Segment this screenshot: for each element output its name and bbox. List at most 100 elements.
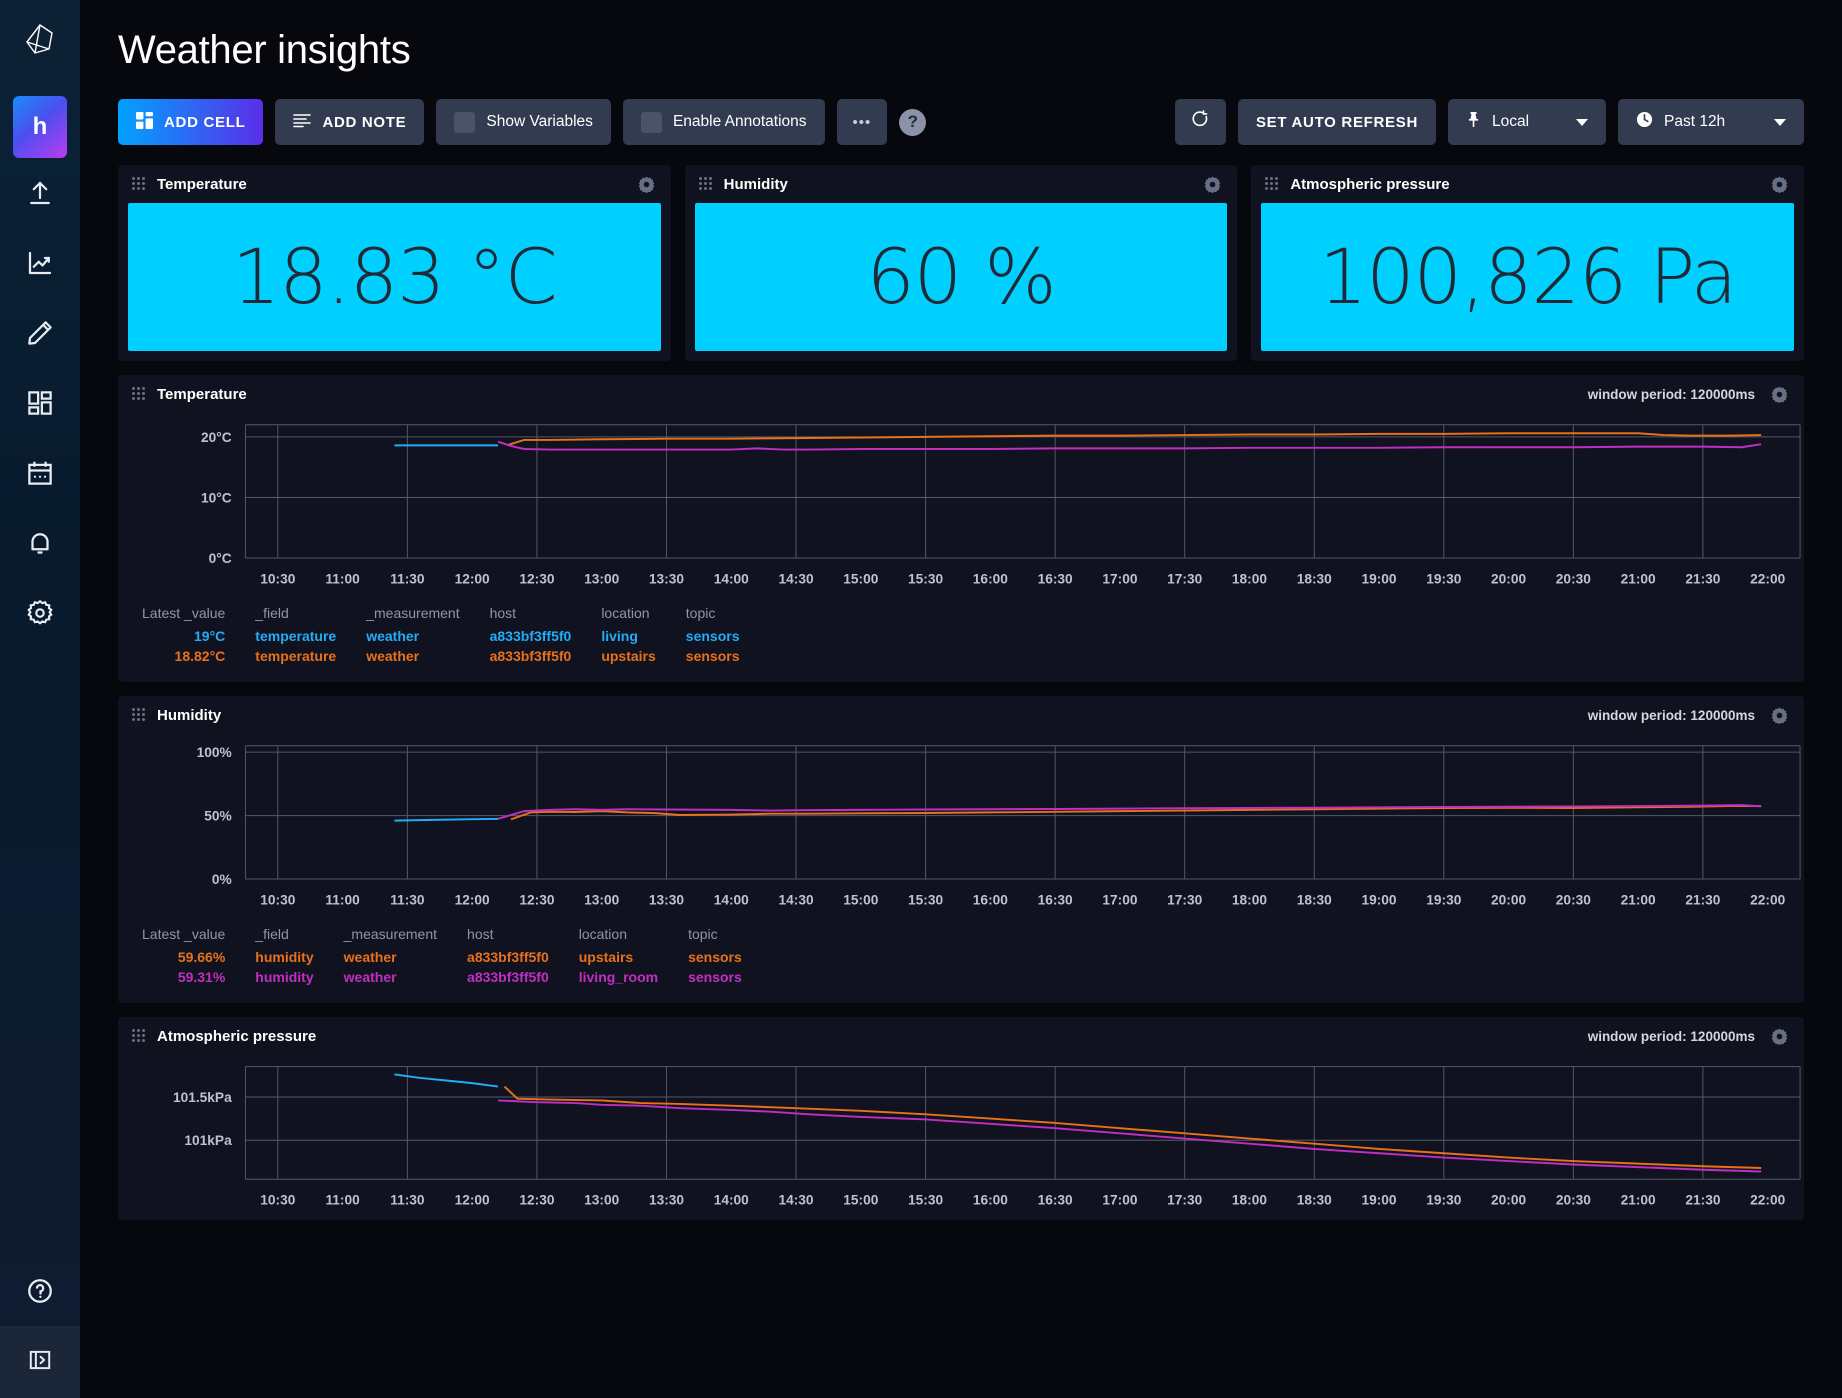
legend-cell: sensors — [688, 969, 742, 986]
svg-text:22:00: 22:00 — [1750, 1193, 1785, 1208]
legend-column-header: host — [467, 926, 494, 943]
chart-temperature[interactable]: 10:30 11:00 11:30 12:00 12:30 13:00 13:30 14:00… — [118, 413, 1804, 599]
svg-text:11:30: 11:30 — [390, 893, 425, 908]
legend-cell: 59.66% — [177, 949, 226, 966]
chart-humidity[interactable]: 10:30 11:00 11:30 12:00 12:30 13:00 13:30 14:00… — [118, 734, 1804, 920]
drag-handle-icon[interactable] — [1265, 176, 1279, 192]
cell-header: Atmospheric pressure window period: 1200… — [118, 1017, 1804, 1055]
sidebar: h — [0, 0, 80, 1398]
legend-cell: upstairs — [601, 648, 656, 665]
gauge-panel: 60 % — [694, 203, 1228, 351]
sidebar-item-dashboards[interactable] — [0, 368, 80, 438]
drag-handle-icon[interactable] — [132, 1028, 145, 1044]
legend-cell: temperature — [255, 628, 337, 645]
legend-row[interactable]: 18.82°C temperature weather a833bf3ff5f0 ups… — [142, 648, 769, 668]
legend-row[interactable]: 59.66% humidity weather a833bf3ff5f0 upstair… — [142, 949, 772, 969]
legend-row[interactable]: 19°C temperature weather a833bf3ff5f0 living… — [142, 628, 769, 648]
svg-text:12:30: 12:30 — [519, 1193, 554, 1208]
svg-text:10:30: 10:30 — [260, 893, 295, 908]
gauge-value: 60 % — [866, 232, 1056, 321]
grid-squares-icon — [136, 111, 153, 133]
calendar-icon — [25, 458, 55, 488]
svg-text:17:00: 17:00 — [1102, 1193, 1137, 1208]
svg-text:21:30: 21:30 — [1685, 572, 1720, 587]
svg-text:12:00: 12:00 — [455, 1193, 490, 1208]
legend-cell: 18.82°C — [174, 648, 226, 665]
svg-text:22:00: 22:00 — [1750, 572, 1785, 587]
svg-text:22:00: 22:00 — [1750, 893, 1785, 908]
svg-text:19:00: 19:00 — [1361, 893, 1396, 908]
cell-title: Humidity — [157, 706, 222, 724]
sidebar-collapse-toggle[interactable] — [0, 1326, 80, 1398]
set-auto-refresh-button[interactable]: SET AUTO REFRESH — [1237, 99, 1436, 145]
drag-handle-icon[interactable] — [132, 707, 145, 723]
refresh-button[interactable] — [1174, 99, 1226, 145]
chevron-down-icon — [1774, 118, 1786, 126]
cell-settings-gear-icon[interactable] — [1771, 176, 1788, 193]
sidebar-item-settings[interactable] — [0, 578, 80, 648]
cell-settings-gear-icon[interactable] — [1204, 176, 1221, 193]
chart-pressure[interactable]: 10:30 11:00 11:30 12:00 12:30 13:00 13:30 14:00… — [118, 1055, 1804, 1220]
svg-text:18:00: 18:00 — [1232, 1193, 1267, 1208]
svg-text:0°C: 0°C — [209, 551, 232, 566]
svg-text:15:30: 15:30 — [908, 1193, 943, 1208]
sidebar-item-load-data[interactable] — [0, 158, 80, 228]
legend-row[interactable]: 59.31% humidity weather a833bf3ff5f0 living_… — [142, 969, 772, 989]
drag-handle-icon[interactable] — [132, 176, 145, 192]
svg-text:13:30: 13:30 — [649, 893, 684, 908]
svg-text:17:30: 17:30 — [1167, 893, 1202, 908]
legend-cell: weather — [343, 949, 397, 966]
svg-text:50%: 50% — [204, 809, 231, 824]
legend-cell: 59.31% — [177, 969, 226, 986]
add-note-label: ADD NOTE — [322, 113, 407, 131]
svg-text:15:00: 15:00 — [843, 572, 878, 587]
more-options-button[interactable]: ••• — [836, 99, 888, 145]
legend-cell: a833bf3ff5f0 — [467, 969, 549, 986]
legend-header-row: Latest _value _field _measurement host locat… — [142, 605, 769, 628]
sidebar-item-notebooks[interactable] — [0, 298, 80, 368]
sidebar-item-alerts[interactable] — [0, 508, 80, 578]
show-variables-toggle[interactable]: Show Variables — [436, 99, 611, 145]
toolbar-help-button[interactable]: ? — [899, 108, 927, 136]
enable-annotations-checkbox[interactable] — [640, 111, 662, 133]
legend-cell: 19°C — [194, 628, 226, 645]
legend-column-header: Latest _value — [142, 926, 226, 943]
sidebar-item-help[interactable] — [0, 1256, 80, 1326]
cell-settings-gear-icon[interactable] — [638, 176, 655, 193]
timezone-dropdown[interactable]: Local — [1448, 99, 1606, 145]
gauge-panel: 100,826 Pa — [1261, 203, 1795, 351]
add-cell-button[interactable]: ADD CELL — [118, 99, 264, 145]
legend-column-header: _field — [255, 926, 289, 943]
gauge-row: Temperature 18.83 °C Humidity 60 % Atmos… — [118, 165, 1805, 361]
sidebar-item-tasks[interactable] — [0, 438, 80, 508]
svg-text:11:30: 11:30 — [390, 1193, 425, 1208]
cell-settings-gear-icon[interactable] — [1771, 707, 1788, 724]
svg-text:100%: 100% — [197, 745, 232, 760]
cell-settings-gear-icon[interactable] — [1771, 1028, 1788, 1045]
cell-header-actions — [1204, 176, 1221, 193]
ellipsis-icon: ••• — [852, 113, 872, 131]
org-avatar[interactable]: h — [13, 96, 67, 158]
gauge-value: 100,826 Pa — [1318, 232, 1737, 321]
svg-text:12:00: 12:00 — [455, 893, 490, 908]
show-variables-checkbox[interactable] — [454, 111, 476, 133]
cell-settings-gear-icon[interactable] — [1771, 386, 1788, 403]
svg-text:10:30: 10:30 — [260, 572, 295, 587]
drag-handle-icon[interactable] — [132, 386, 145, 402]
set-auto-refresh-label: SET AUTO REFRESH — [1255, 113, 1418, 131]
legend-humidity: Latest _value _field _measurement host locat… — [118, 920, 1804, 1003]
cell-header-actions: window period: 120000ms — [1588, 707, 1788, 724]
legend-cell: a833bf3ff5f0 — [467, 949, 549, 966]
cell-header: Temperature — [118, 165, 671, 203]
legend-temperature: Latest _value _field _measurement host locat… — [118, 599, 1804, 682]
time-range-dropdown[interactable]: Past 12h — [1618, 99, 1804, 145]
drag-handle-icon[interactable] — [698, 176, 712, 192]
svg-text:13:00: 13:00 — [584, 893, 619, 908]
app-logo[interactable] — [0, 0, 80, 82]
svg-text:19:00: 19:00 — [1361, 1193, 1396, 1208]
sidebar-item-data-explorer[interactable] — [0, 228, 80, 298]
cell-temperature-gauge: Temperature 18.83 °C — [118, 165, 671, 361]
legend-column-header: host — [489, 605, 517, 622]
add-note-button[interactable]: ADD NOTE — [275, 99, 425, 145]
enable-annotations-toggle[interactable]: Enable Annotations — [622, 99, 825, 145]
